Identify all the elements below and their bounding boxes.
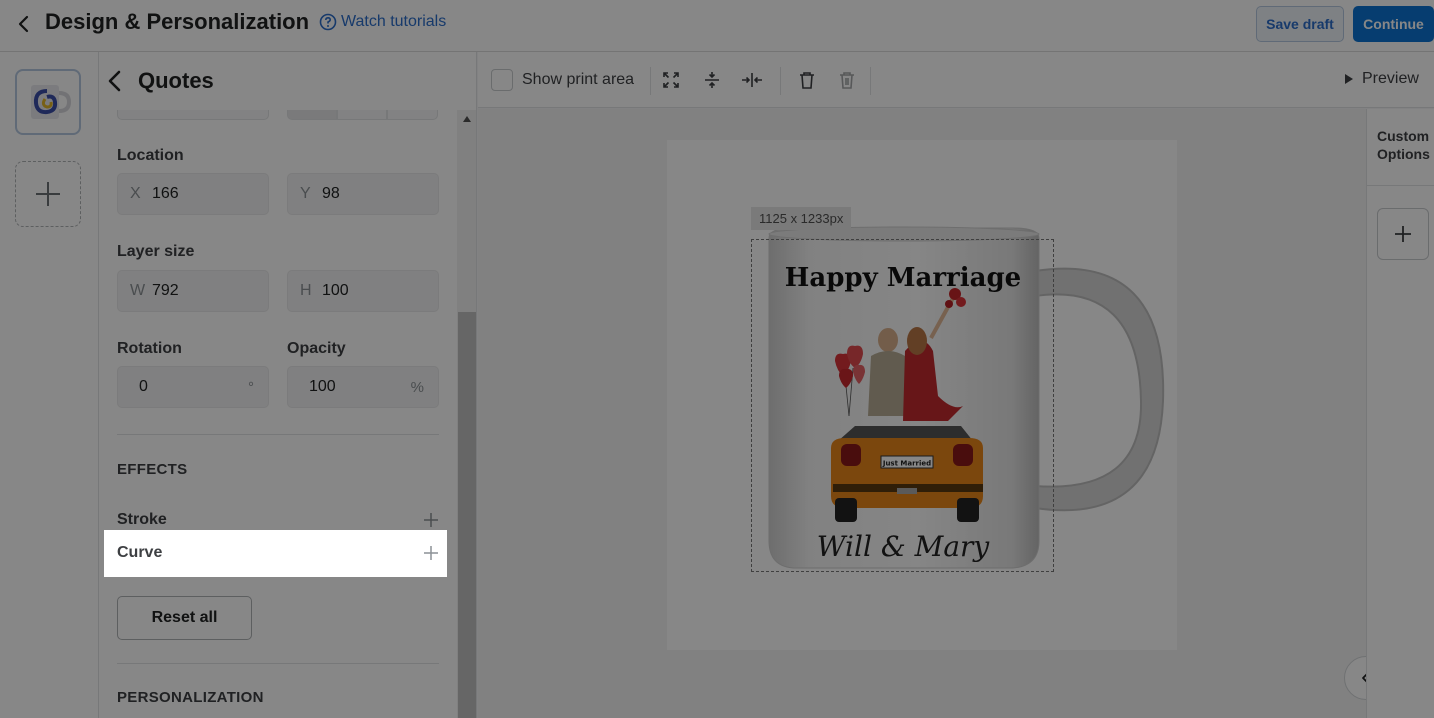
segment-option[interactable] xyxy=(287,110,337,120)
toolbar-divider xyxy=(650,67,651,95)
stroke-label: Stroke xyxy=(117,511,167,528)
custom-options-panel: Custom Options xyxy=(1366,109,1434,718)
y-prefix: Y xyxy=(300,185,311,202)
h-value: 100 xyxy=(322,282,349,299)
dimension-label: 1125 x 1233px xyxy=(751,207,852,230)
add-layer-button[interactable] xyxy=(15,161,81,227)
divider xyxy=(1367,185,1434,186)
opacity-label: Opacity xyxy=(287,340,346,357)
save-draft-button[interactable]: Save draft xyxy=(1256,6,1344,42)
delete-icon[interactable] xyxy=(796,69,818,91)
plus-icon xyxy=(424,546,438,560)
x-prefix: X xyxy=(130,185,141,202)
panel-header: Quotes xyxy=(99,52,476,110)
location-label: Location xyxy=(117,147,184,164)
app-root: Design & Personalization Watch tutorials… xyxy=(0,0,1434,718)
fit-screen-icon[interactable] xyxy=(660,69,682,91)
reset-all-button[interactable]: Reset all xyxy=(117,596,252,640)
help-circle-icon xyxy=(319,13,337,31)
play-icon xyxy=(1345,74,1353,84)
w-value: 792 xyxy=(152,282,179,299)
rotation-label: Rotation xyxy=(117,340,182,357)
canvas-toolbar: Show print area Preview xyxy=(478,52,1434,108)
segment-option[interactable] xyxy=(387,110,438,120)
top-bar: Design & Personalization Watch tutorials… xyxy=(0,0,1434,52)
segment-option[interactable] xyxy=(337,110,387,120)
toolbar-divider xyxy=(780,67,781,95)
scrollbar-thumb[interactable] xyxy=(458,312,476,718)
layer-width-field[interactable]: W 792 xyxy=(117,270,269,312)
layer-height-field[interactable]: H 100 xyxy=(287,270,439,312)
location-y-field[interactable]: Y 98 xyxy=(287,173,439,215)
x-value: 166 xyxy=(152,185,179,202)
preview-button[interactable]: Preview xyxy=(1344,70,1419,88)
effect-curve-row[interactable]: Curve xyxy=(117,538,439,568)
plus-icon xyxy=(36,182,60,206)
design-canvas: Happy Marriage Just Married Will & Mary … xyxy=(478,109,1388,718)
location-x-field[interactable]: X 166 xyxy=(117,173,269,215)
divider xyxy=(117,663,439,664)
show-print-area-checkbox[interactable] xyxy=(491,69,513,91)
plus-icon xyxy=(1395,226,1411,242)
rotation-value: 0 xyxy=(139,378,148,395)
chevron-left-icon[interactable] xyxy=(104,68,126,94)
scroll-up-arrow-icon[interactable] xyxy=(463,116,471,122)
collapsed-field xyxy=(117,110,269,120)
artboard[interactable]: Happy Marriage Just Married Will & Mary … xyxy=(667,140,1177,650)
plus-icon xyxy=(424,513,438,527)
rotation-field[interactable]: 0 ° xyxy=(117,366,269,408)
h-prefix: H xyxy=(300,282,312,299)
opacity-field[interactable]: 100 % xyxy=(287,366,439,408)
personalization-heading: PERSONALIZATION xyxy=(117,689,264,706)
layer-size-label: Layer size xyxy=(117,243,195,260)
continue-button[interactable]: Continue xyxy=(1353,6,1434,42)
page-title: Design & Personalization xyxy=(45,9,310,34)
curve-label: Curve xyxy=(117,544,163,561)
degree-suffix: ° xyxy=(248,378,254,396)
align-center-horizontal-icon[interactable] xyxy=(741,69,763,91)
delete-all-icon[interactable] xyxy=(836,69,858,91)
back-arrow-icon[interactable] xyxy=(12,12,36,36)
toolbar-divider xyxy=(870,67,871,95)
y-value: 98 xyxy=(322,185,340,202)
layers-rail xyxy=(0,52,99,718)
effects-heading: EFFECTS xyxy=(117,461,188,478)
watch-tutorials-link[interactable]: Watch tutorials xyxy=(319,13,446,31)
watch-tutorials-label: Watch tutorials xyxy=(341,13,447,30)
panel-title: Quotes xyxy=(138,68,214,93)
divider xyxy=(117,434,439,435)
selection-box[interactable] xyxy=(751,239,1054,572)
product-thumbnail[interactable] xyxy=(15,69,81,135)
layer-settings-panel: Quotes Location X 166 Y 98 Layer size W … xyxy=(99,52,477,718)
show-print-area-label[interactable]: Show print area xyxy=(522,71,634,89)
percent-suffix: % xyxy=(410,378,424,396)
opacity-value: 100 xyxy=(309,378,336,395)
add-custom-option-button[interactable] xyxy=(1377,208,1429,260)
w-prefix: W xyxy=(130,282,146,299)
preview-label: Preview xyxy=(1362,70,1419,87)
custom-options-label: Custom Options xyxy=(1377,128,1430,162)
align-center-vertical-icon[interactable] xyxy=(701,69,723,91)
